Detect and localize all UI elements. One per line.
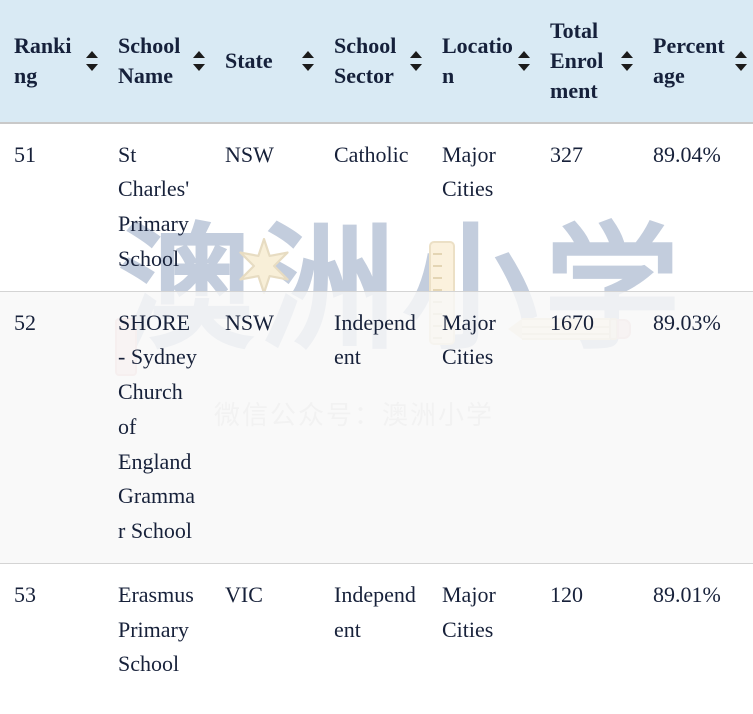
cell-location: Major Cities <box>428 562 536 697</box>
column-header-label: School Sector <box>334 32 397 88</box>
sort-updown-icon[interactable] <box>302 50 314 72</box>
cell-school-name: Erasmus Primary School <box>104 562 211 697</box>
cell-state: VIC <box>211 562 320 697</box>
column-header-label: State <box>225 47 273 73</box>
table-row[interactable]: 51 St Charles' Primary School NSW Cathol… <box>0 123 753 292</box>
cell-school-sector: Catholic <box>334 141 409 167</box>
sort-updown-icon[interactable] <box>735 50 747 72</box>
cell-school-sector: Independent <box>320 562 428 697</box>
column-header-ranking[interactable]: Ranking <box>0 0 104 124</box>
cell-percentage: 89.01% <box>639 562 753 697</box>
column-header-label: Location <box>442 32 513 88</box>
cell-school-name: SHORE - Sydney Church of England Grammar… <box>104 290 211 564</box>
cell-ranking: 51 <box>14 141 36 167</box>
sort-updown-icon[interactable] <box>621 50 633 72</box>
cell-percentage: 89.04% <box>653 141 721 167</box>
column-header-label: Ranking <box>14 32 72 88</box>
cell-school-sector: Independent <box>320 290 428 564</box>
sort-updown-icon[interactable] <box>193 50 205 72</box>
cell-school-name: St Charles' Primary School <box>118 141 190 271</box>
column-header-school-name[interactable]: School Name <box>104 0 211 124</box>
table-body: 51 St Charles' Primary School NSW Cathol… <box>0 123 753 697</box>
cell-percentage: 89.03% <box>639 290 753 564</box>
cell-state: NSW <box>225 141 274 167</box>
school-ranking-table: Ranking School Name State School Sector <box>0 0 753 697</box>
cell-total-enrolment: 327 <box>550 141 583 167</box>
sort-updown-icon[interactable] <box>86 50 98 72</box>
cell-location: Major Cities <box>428 290 536 564</box>
cell-total-enrolment: 120 <box>536 562 639 697</box>
column-header-label: Percentage <box>653 32 725 88</box>
cell-state: NSW <box>211 290 320 564</box>
table-header: Ranking School Name State School Sector <box>0 0 753 124</box>
column-header-label: School Name <box>118 32 181 88</box>
column-header-state[interactable]: State <box>211 0 320 124</box>
cell-total-enrolment: 1670 <box>536 290 639 564</box>
column-header-percentage[interactable]: Percentage <box>639 0 753 124</box>
cell-location: Major Cities <box>442 141 496 202</box>
table-row[interactable]: 53 Erasmus Primary School VIC Independen… <box>0 562 753 697</box>
table-header-row: Ranking School Name State School Sector <box>0 0 753 124</box>
cell-ranking: 52 <box>0 290 104 564</box>
sort-updown-icon[interactable] <box>410 50 422 72</box>
cell-ranking: 53 <box>0 562 104 697</box>
column-header-total-enrolment[interactable]: Total Enrolment <box>536 0 639 124</box>
sort-updown-icon[interactable] <box>518 50 530 72</box>
column-header-school-sector[interactable]: School Sector <box>320 0 428 124</box>
column-header-label: Total Enrolment <box>550 18 604 103</box>
column-header-location[interactable]: Location <box>428 0 536 124</box>
table-row[interactable]: 52 SHORE - Sydney Church of England Gram… <box>0 290 753 564</box>
